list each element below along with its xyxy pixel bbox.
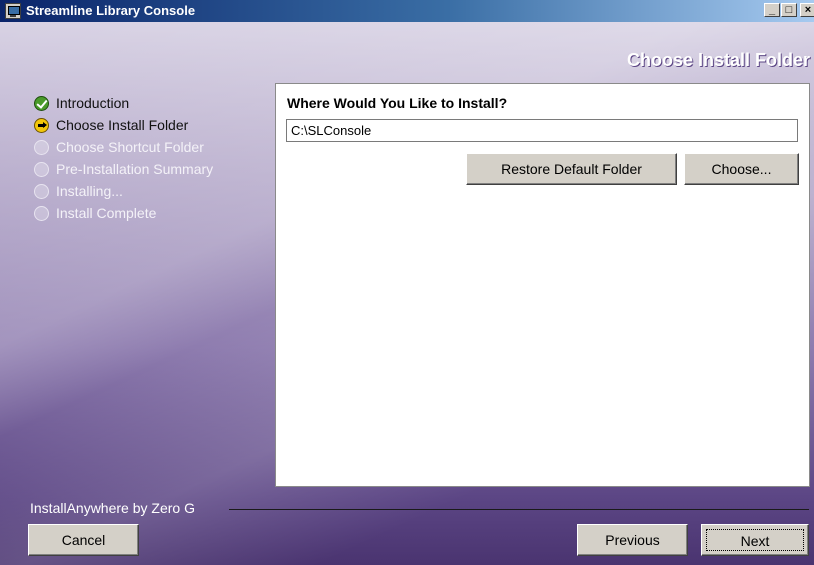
window-title: Streamline Library Console [26,3,196,18]
page-title: Choose Install Folder [626,50,810,70]
step-label: Install Complete [56,205,157,221]
step-label: Installing... [56,183,123,199]
restore-default-folder-button[interactable]: Restore Default Folder [466,153,677,185]
empty-circle-icon [34,183,49,199]
title-bar[interactable]: Streamline Library Console _ □ × [0,0,814,22]
step-item: Pre-Installation Summary [34,158,213,180]
step-item: Installing... [34,180,213,202]
install-question: Where Would You Like to Install? [287,95,508,111]
step-item: Install Complete [34,202,213,224]
choose-folder-button[interactable]: Choose... [684,153,799,185]
step-list: Introduction Choose Install Folder Choos… [34,92,213,224]
step-item: Introduction [34,92,213,114]
empty-circle-icon [34,161,49,177]
close-button[interactable]: × [800,3,814,17]
app-icon [5,3,21,19]
empty-circle-icon [34,205,49,221]
maximize-button[interactable]: □ [781,3,797,17]
step-label: Introduction [56,95,130,111]
step-item: Choose Install Folder [34,114,213,136]
content-panel: Where Would You Like to Install? Restore… [275,83,810,487]
install-path-input[interactable] [286,119,798,142]
step-label: Pre-Installation Summary [56,161,214,177]
installer-window: Streamline Library Console _ □ × Choose … [0,0,814,565]
step-label: Choose Shortcut Folder [56,139,204,155]
next-button[interactable]: Next [701,524,809,556]
cancel-button[interactable]: Cancel [28,524,139,556]
arrow-right-icon [34,117,49,133]
previous-button[interactable]: Previous [577,524,688,556]
checkmark-icon [34,95,49,111]
installanywhere-brand: InstallAnywhere by Zero G [30,500,195,516]
step-item: Choose Shortcut Folder [34,136,213,158]
next-button-label: Next [706,529,804,551]
footer-divider [229,509,809,510]
minimize-button[interactable]: _ [764,3,780,17]
step-label: Choose Install Folder [56,117,189,133]
empty-circle-icon [34,139,49,155]
